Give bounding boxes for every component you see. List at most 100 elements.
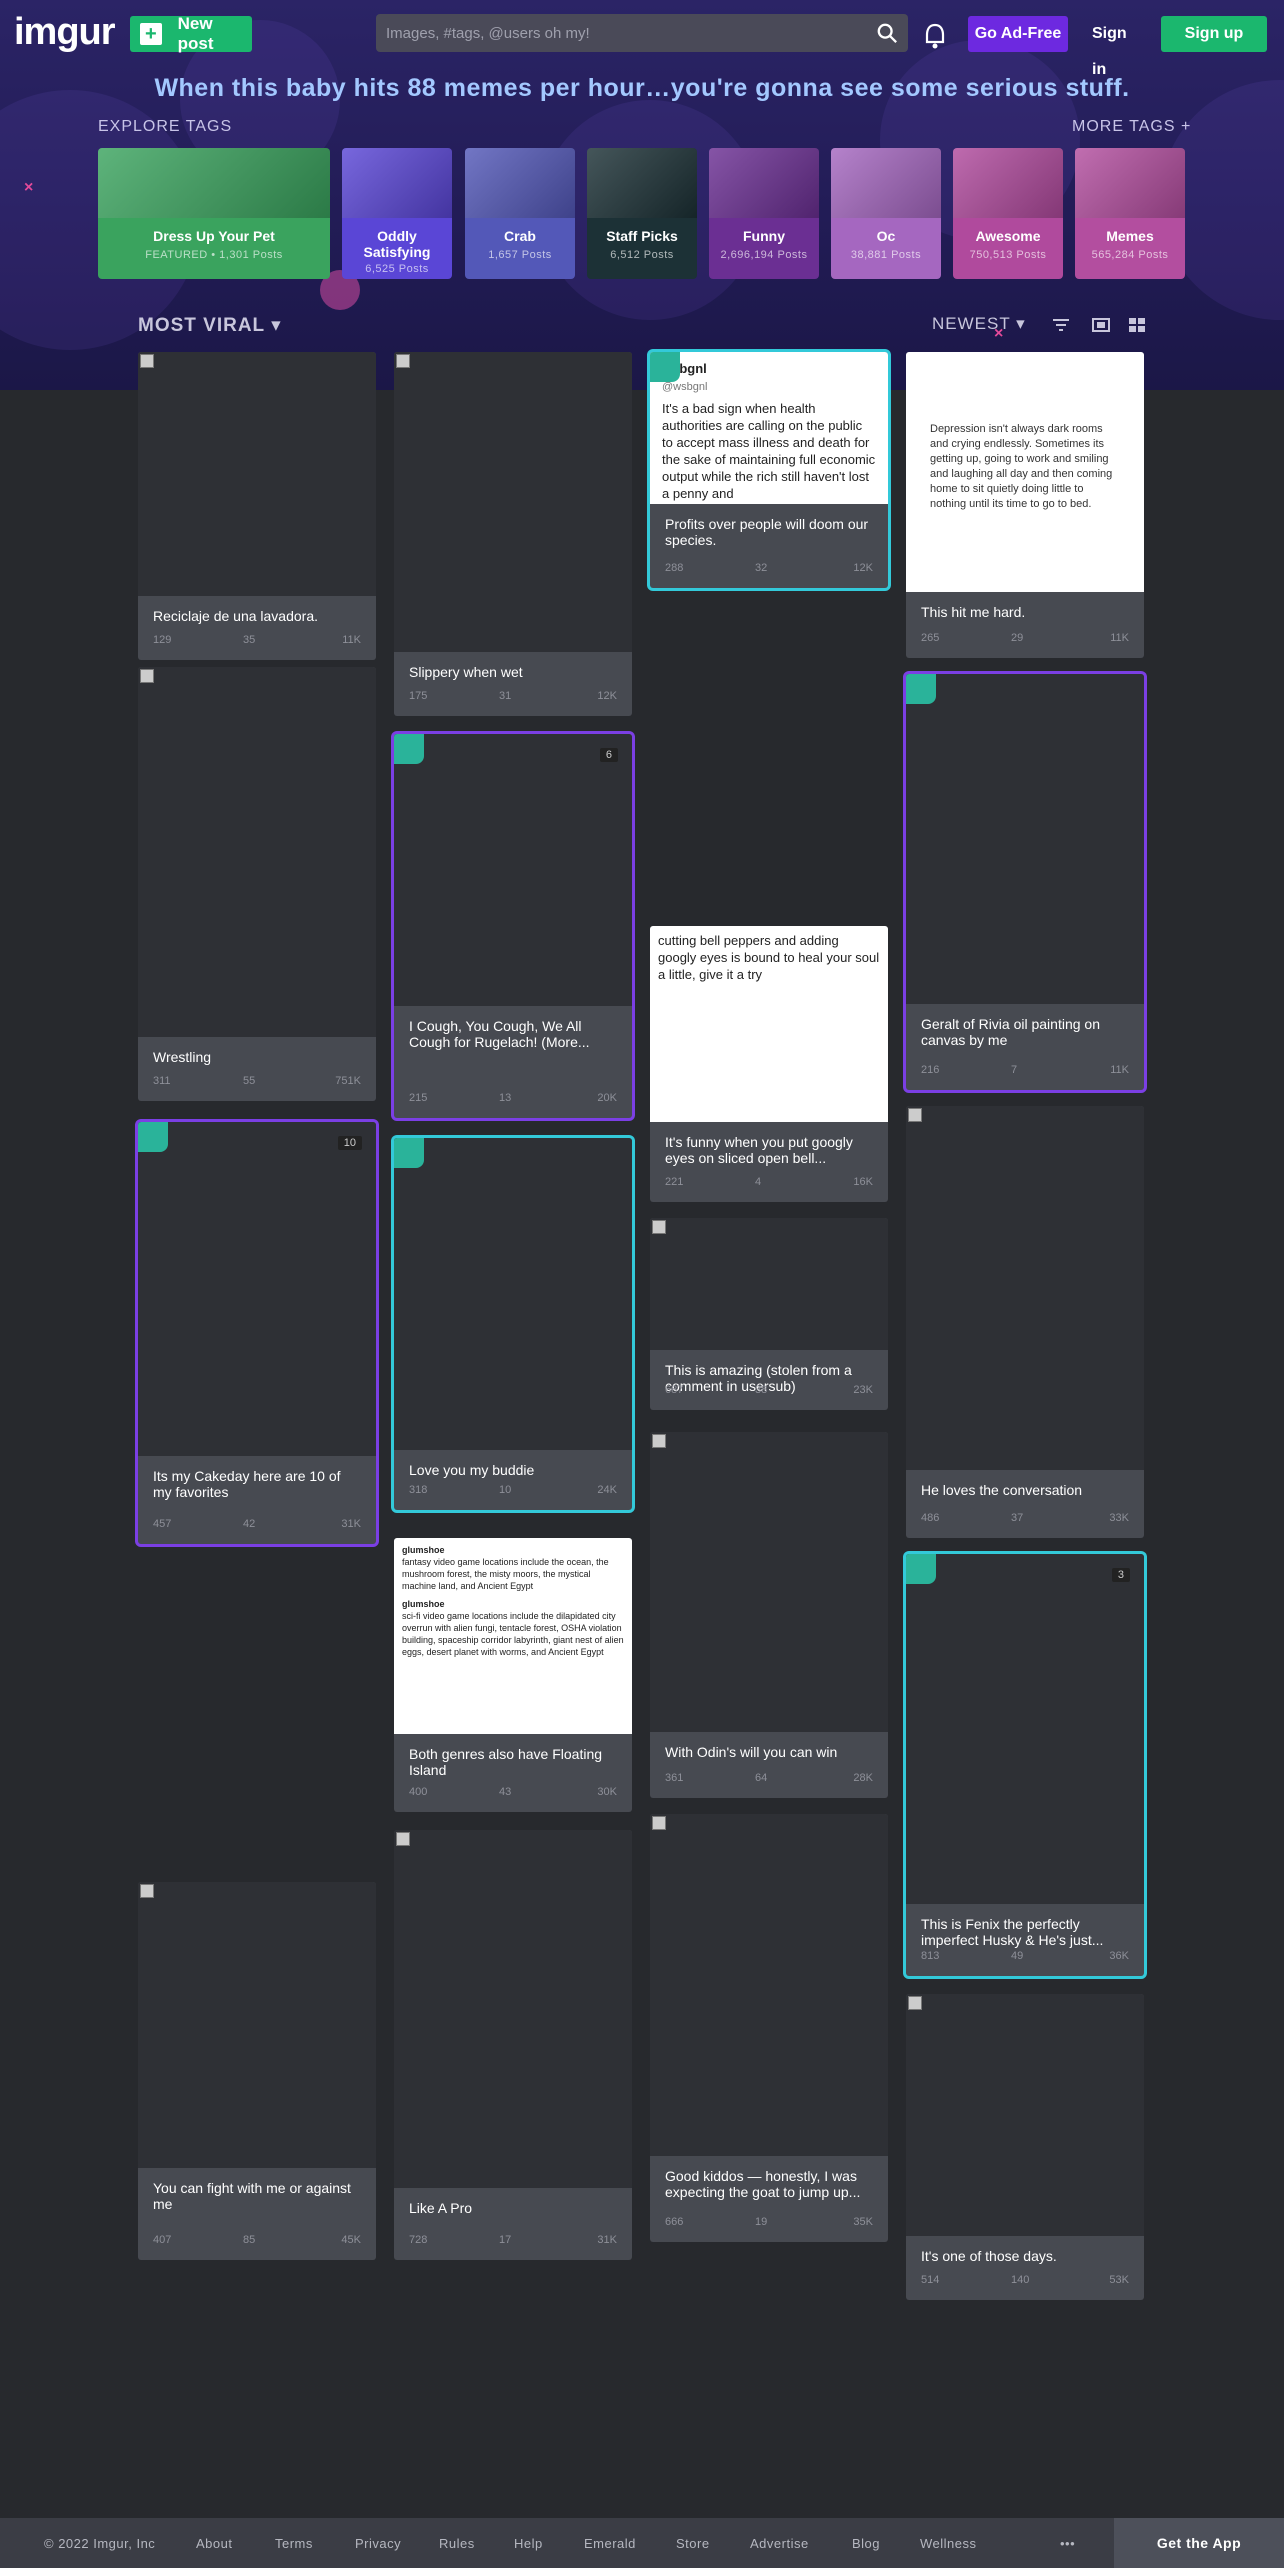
view-count: 12K <box>597 690 617 702</box>
tag-card[interactable]: Oc 38,881 Posts <box>831 148 941 279</box>
footer-link-blog[interactable]: Blog <box>852 2536 880 2551</box>
upvote-count: 318 <box>409 1484 428 1496</box>
waterfall-layout-icon[interactable] <box>1126 314 1148 336</box>
sign-up-button[interactable]: Sign up <box>1161 16 1267 52</box>
view-count: 11K <box>1110 632 1129 644</box>
post-card[interactable]: With Odin's will you can win 361 64 28K <box>650 1432 888 1798</box>
tag-name: Staff Picks <box>606 228 678 244</box>
view-count: 11K <box>1110 1064 1129 1076</box>
footer-link-about[interactable]: About <box>196 2536 232 2551</box>
search-icon[interactable] <box>876 22 898 44</box>
post-card[interactable]: Slippery when wet 175 31 12K <box>394 352 632 716</box>
post-card[interactable]: Good kiddos — honestly, I was expecting … <box>650 1814 888 2242</box>
post-card[interactable]: Depression isn't always dark rooms and c… <box>906 352 1144 658</box>
post-card[interactable]: Like A Pro 728 17 31K <box>394 1830 632 2260</box>
post-stats: 361 64 28K <box>665 1772 873 1788</box>
comment-count: 31 <box>499 690 512 702</box>
upvote-count: 221 <box>665 1176 684 1188</box>
new-post-button[interactable]: + New post <box>130 14 252 53</box>
post-card[interactable]: glumshoe fantasy video game locations inc… <box>394 1538 632 1812</box>
post-card[interactable]: You can fight with me or against me 407 85… <box>138 1882 376 2260</box>
tag-card[interactable]: Oddly Satisfying 6,525 Posts <box>342 148 452 279</box>
post-card[interactable]: Love you my buddie 318 10 24K <box>394 1138 632 1510</box>
footer-link-help[interactable]: Help <box>514 2536 543 2551</box>
post-title: Reciclaje de una lavadora. <box>153 608 318 624</box>
footer-link-wellness[interactable]: Wellness <box>920 2536 977 2551</box>
broken-image-icon <box>652 1434 666 1448</box>
headline: When this baby hits 88 memes per hour…yo… <box>154 74 1130 102</box>
broken-image-icon <box>140 1884 154 1898</box>
tag-card[interactable]: Memes 565,284 Posts <box>1075 148 1185 279</box>
comment-count: 10 <box>499 1484 512 1496</box>
post-thumbnail <box>906 1106 1144 1470</box>
post-title: Good kiddos — honestly, I was expecting … <box>665 2168 861 2200</box>
tag-name: Crab <box>504 228 536 244</box>
footer-more-icon[interactable]: ••• <box>1060 2536 1075 2551</box>
sign-in-link[interactable]: Sign in <box>1092 16 1142 78</box>
search-input[interactable] <box>376 14 856 52</box>
comment-count: 85 <box>243 2234 256 2246</box>
post-stats: 311 55 751K <box>153 1075 361 1091</box>
footer-link-emerald[interactable]: Emerald <box>584 2536 636 2551</box>
tag-post-count: 6,525 Posts <box>365 263 429 275</box>
post-card[interactable]: 6 I Cough, You Cough, We All Cough for Ru… <box>394 734 632 1118</box>
footer-link-advertise[interactable]: Advertise <box>750 2536 809 2551</box>
post-card[interactable]: Wrestling 311 55 751K <box>138 667 376 1101</box>
post-card[interactable]: 10 Its my Cakeday here are 10 of my favor… <box>138 1122 376 1544</box>
view-count: 16K <box>853 1176 873 1188</box>
notification-bell-icon[interactable] <box>922 22 948 50</box>
tag-card[interactable]: Staff Picks 6,512 Posts <box>587 148 697 279</box>
footer-link-terms[interactable]: Terms <box>275 2536 313 2551</box>
post-card[interactable]: It's one of those days. 514 140 53K <box>906 1994 1144 2300</box>
post-card[interactable]: Reciclaje de una lavadora. 129 35 11K <box>138 352 376 660</box>
comment-count: 4 <box>755 1176 762 1188</box>
post-thumbnail <box>906 1554 1144 1904</box>
tag-card[interactable]: Funny 2,696,194 Posts <box>709 148 819 279</box>
post-thumbnail: wsbgnl @wsbgnl It's a bad sign when health… <box>650 352 888 504</box>
promoted-badge-icon <box>394 1138 424 1168</box>
post-thumbnail: Depression isn't always dark rooms and c… <box>906 352 1144 592</box>
more-tags-link[interactable]: MORE TAGS + <box>1072 118 1191 136</box>
upvote-count: 216 <box>921 1064 940 1076</box>
post-thumbnail <box>650 1814 888 2156</box>
depression-text: Depression isn't always dark rooms and c… <box>930 423 1113 510</box>
view-count: 36K <box>1109 1950 1129 1962</box>
view-count: 53K <box>1109 2274 1129 2286</box>
post-title: Geralt of Rivia oil painting on canvas b… <box>921 1016 1100 1048</box>
post-card[interactable]: Geralt of Rivia oil painting on canvas b… <box>906 674 1144 1090</box>
promoted-badge-icon <box>138 1122 168 1152</box>
uniform-layout-icon[interactable] <box>1090 314 1112 336</box>
top-nav: imgur + New post Go Ad-Free Sign in Sign… <box>0 0 1284 78</box>
album-count: 6 <box>599 748 618 762</box>
post-card[interactable]: 3 This is Fenix the perfectly imperfect H… <box>906 1554 1144 1976</box>
post-card[interactable]: cutting bell peppers and adding googly e… <box>650 926 888 1202</box>
view-count: 11K <box>342 634 361 646</box>
footer-link-privacy[interactable]: Privacy <box>355 2536 401 2551</box>
upvote-count: 457 <box>153 1518 172 1530</box>
imgur-logo[interactable]: imgur <box>14 12 116 52</box>
post-card[interactable]: He loves the conversation 486 37 33K <box>906 1106 1144 1538</box>
get-the-app-button[interactable]: Get the App <box>1114 2518 1284 2568</box>
footer-link-store[interactable]: Store <box>676 2536 710 2551</box>
most-viral-dropdown[interactable]: MOST VIRAL ▾ <box>138 314 282 337</box>
upvote-count: 175 <box>409 690 428 702</box>
comment-count: 38 <box>755 1384 768 1396</box>
post-card[interactable]: This is amazing (stolen from a comment i… <box>650 1218 888 1410</box>
post-card[interactable]: wsbgnl @wsbgnl It's a bad sign when health… <box>650 352 888 588</box>
tag-name: Awesome <box>975 228 1041 244</box>
tag-card[interactable]: Crab 1,657 Posts <box>465 148 575 279</box>
upvote-count: 728 <box>409 2234 428 2246</box>
newest-dropdown[interactable]: NEWEST ▾ <box>932 314 1026 334</box>
filter-icon[interactable] <box>1050 314 1072 336</box>
tag-post-count: 38,881 Posts <box>850 249 922 261</box>
promoted-badge-icon <box>906 674 936 704</box>
footer-link-rules[interactable]: Rules <box>439 2536 475 2551</box>
tag-image <box>465 148 575 218</box>
tag-card[interactable]: Dress Up Your Pet FEATURED • 1,301 Posts <box>98 148 330 279</box>
upvote-count: 361 <box>665 1772 684 1784</box>
post-stats: 221 4 16K <box>665 1176 873 1192</box>
post-stats: 813 49 36K <box>921 1950 1129 1966</box>
tag-card[interactable]: Awesome 750,513 Posts <box>953 148 1063 279</box>
go-ad-free-button[interactable]: Go Ad-Free <box>968 16 1068 52</box>
post-stats: 728 17 31K <box>409 2234 617 2250</box>
